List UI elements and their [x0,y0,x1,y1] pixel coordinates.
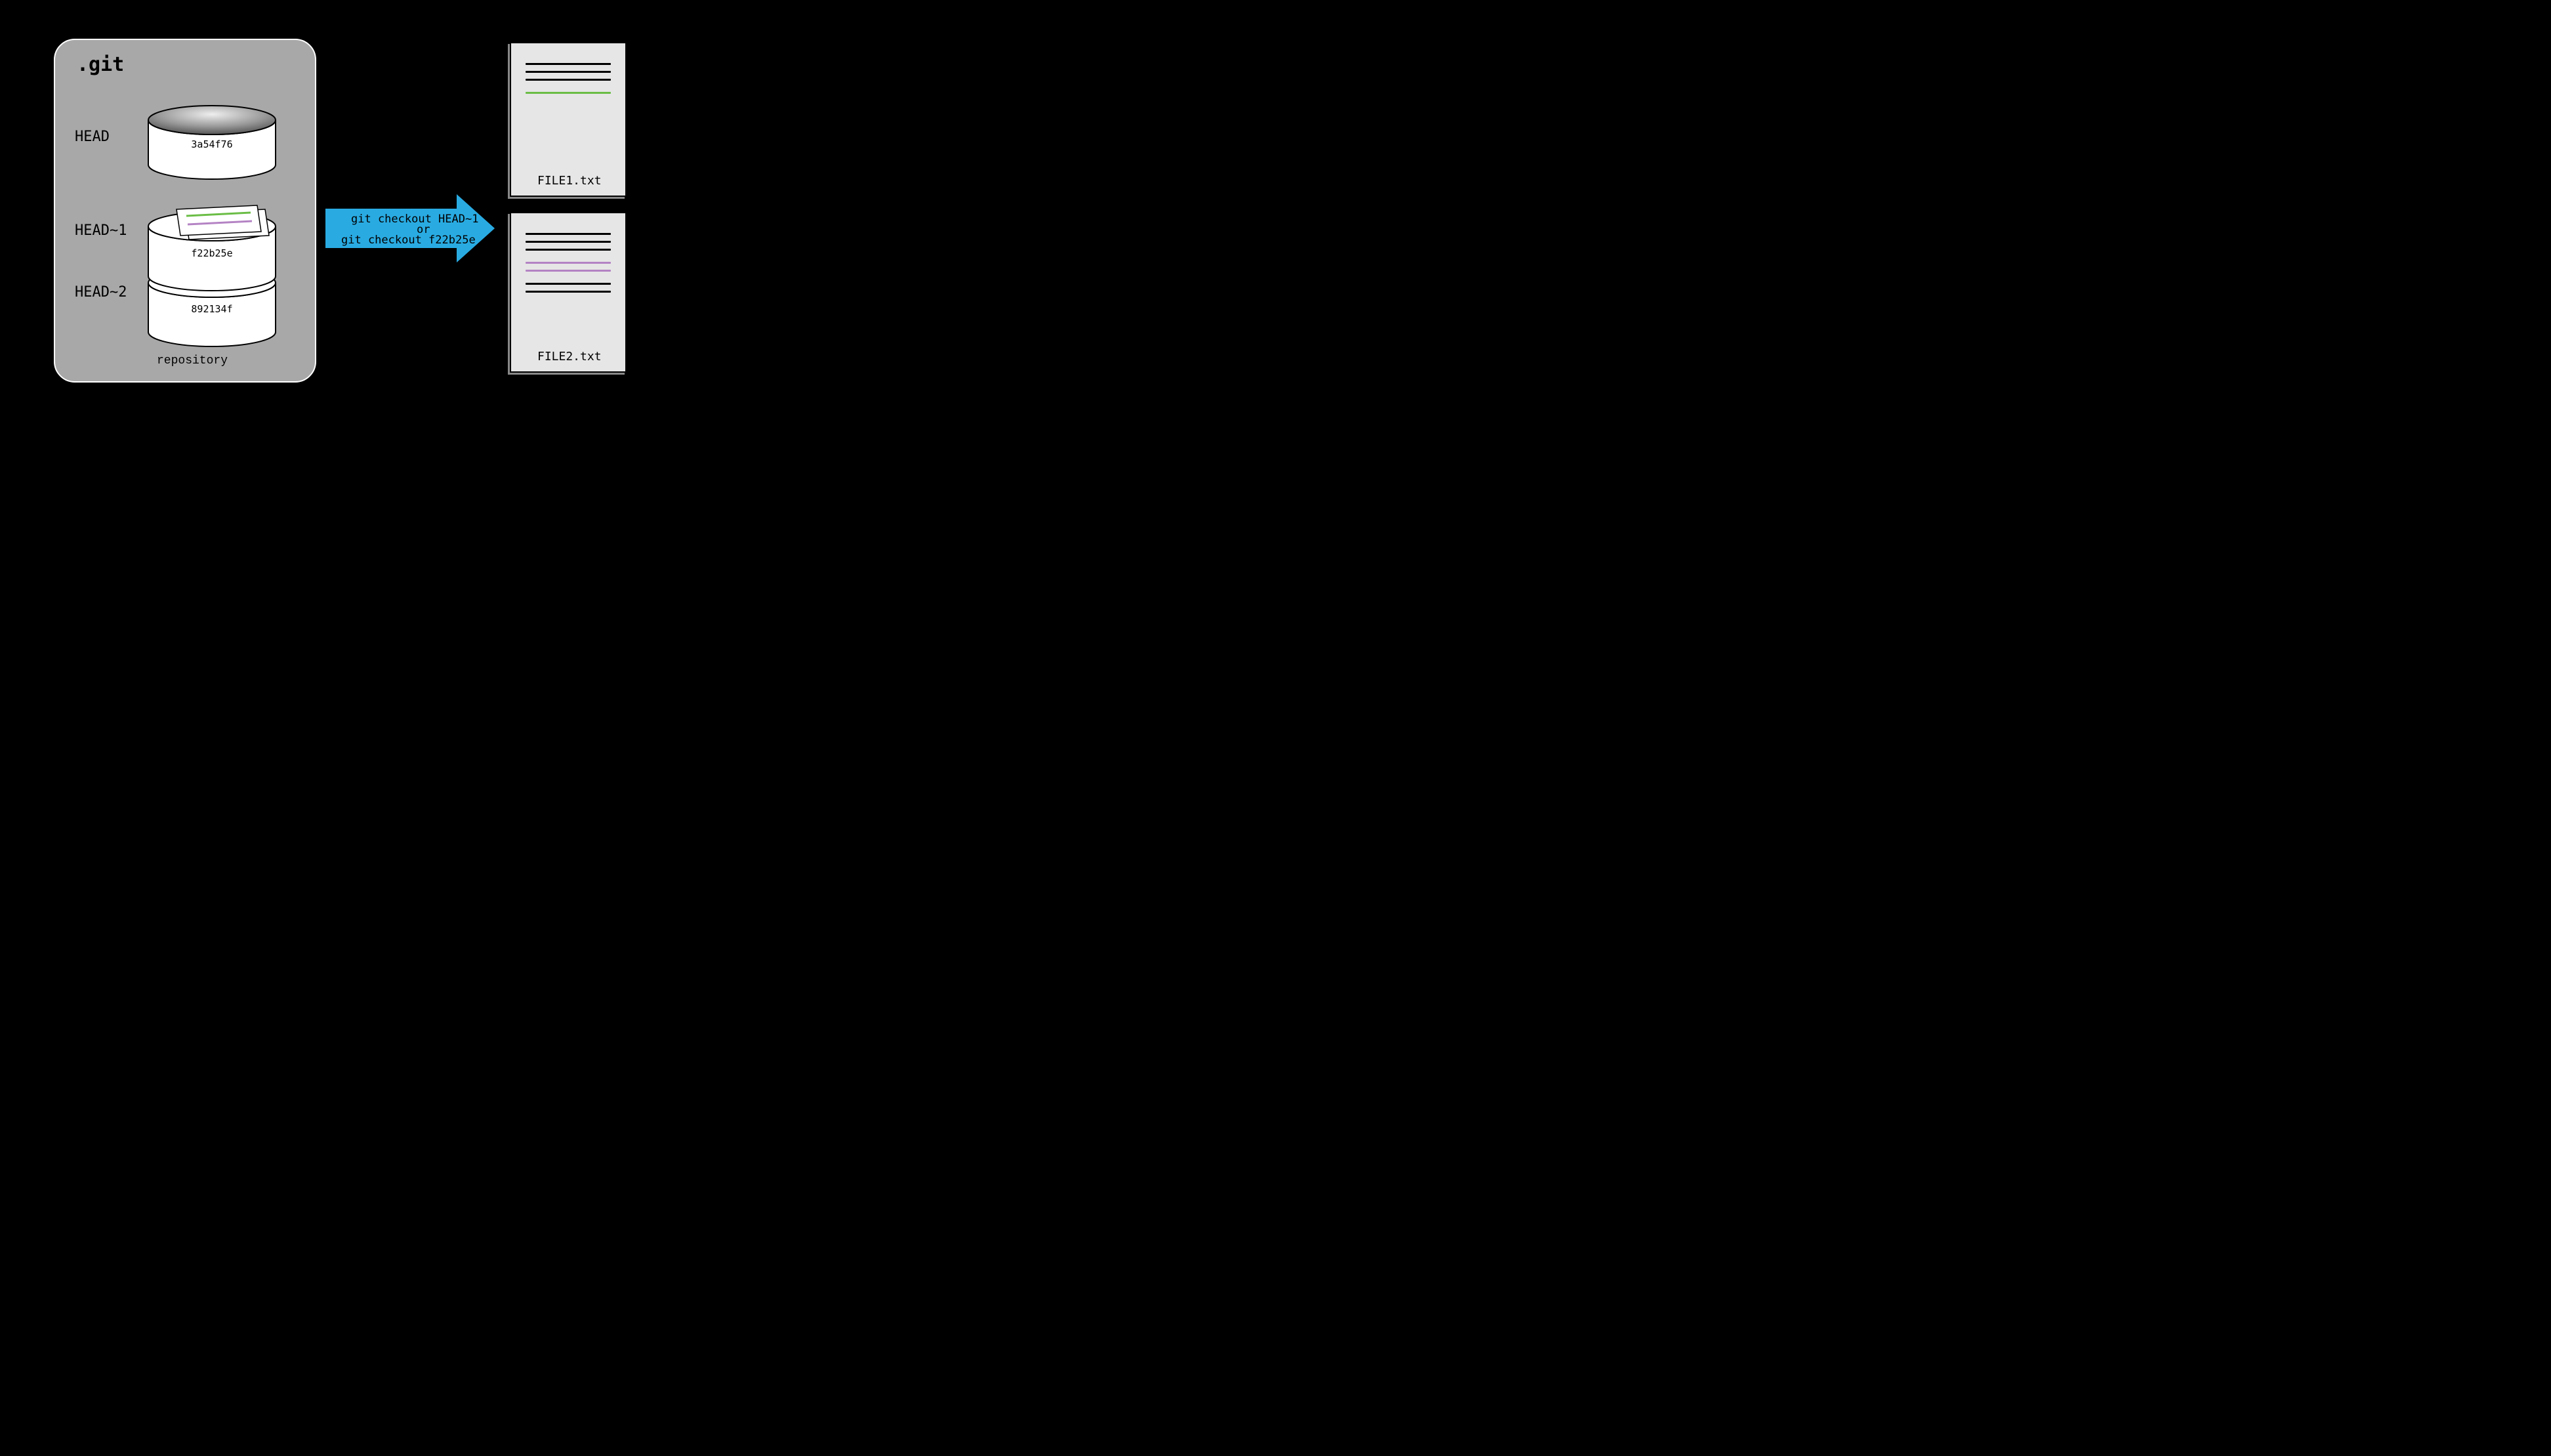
file2-label: FILE2.txt [537,350,602,364]
head1-label: HEAD~1 [75,222,127,239]
commit-hash-middle: f22b25e [191,247,232,259]
arrow-command-line2: git checkout f22b25e [341,234,476,247]
arrow-command-line1: git checkout HEAD~1 [351,213,478,226]
file-line-modified [526,270,611,272]
file-line [526,241,611,243]
checkout-arrow-icon [325,194,496,266]
commit-hash-bottom: 892134f [191,303,232,315]
commit-stack-icon: 892134f f22b25e 3a54f76 [140,99,291,375]
file1-document-icon: FILE1.txt [510,42,627,197]
commit-hash-top: 3a54f76 [191,138,232,150]
file-line [526,233,611,235]
file-line [526,249,611,251]
head-label: HEAD [75,129,110,145]
diff-sheets-icon [176,205,269,239]
file-line-added [526,92,611,94]
head2-label: HEAD~2 [75,284,127,301]
file-line [526,291,611,293]
commit-disk-top: 3a54f76 [148,106,276,179]
file-line [526,63,611,65]
git-folder-label: .git [77,53,124,76]
file-line [526,79,611,81]
file-line-modified [526,262,611,264]
file1-label: FILE1.txt [537,174,602,188]
file2-document-icon: FILE2.txt [510,212,627,373]
file-line [526,283,611,285]
repository-panel: .git repository HEAD HEAD~1 HEAD~2 89213… [54,39,316,383]
file-line [526,71,611,73]
